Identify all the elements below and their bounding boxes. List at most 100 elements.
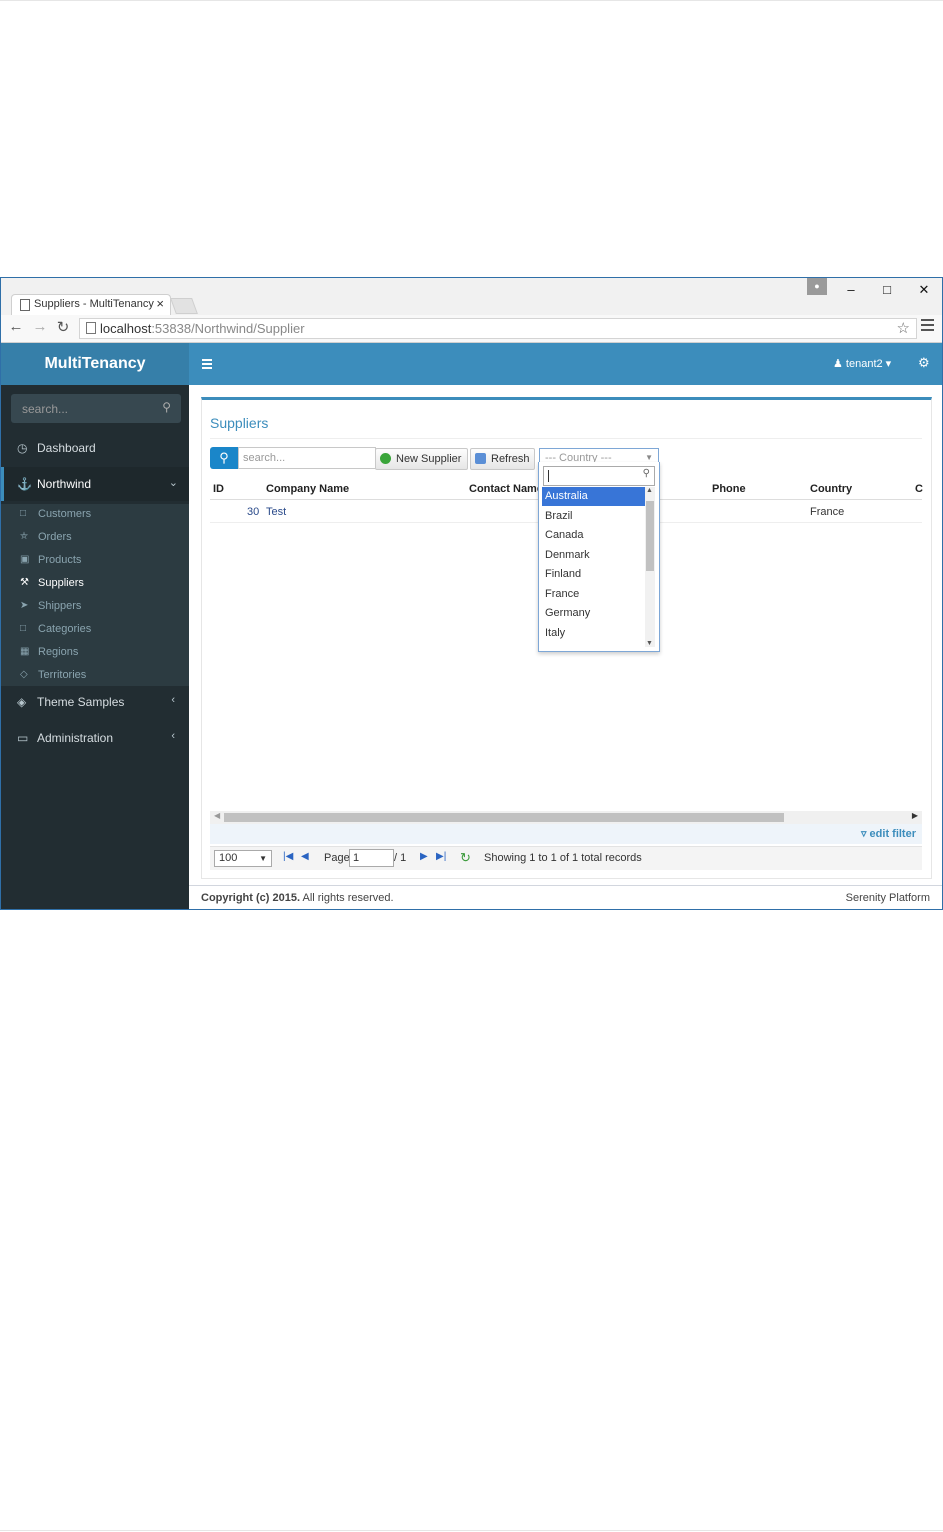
last-page-icon[interactable]: ▶| [436,851,446,862]
dropdown-scroll-thumb[interactable] [646,501,654,571]
column-header-contact[interactable]: Contact Name [469,483,543,495]
cell-country: France [810,506,845,518]
desktop-icon: ▭ [17,731,29,745]
page-size-select[interactable]: 100 ▼ [214,850,272,867]
option-finland[interactable]: Finland [542,565,645,584]
user-menu[interactable]: ♟ tenant2 ▾ [833,357,891,370]
chevron-left-icon: ‹ [171,730,175,742]
profile-icon[interactable]: ● [807,278,827,295]
add-icon [380,453,391,464]
quick-search-input[interactable]: search... [238,447,376,469]
minimize-button[interactable]: – [839,280,863,300]
reload-icon[interactable]: ↻ [54,318,72,336]
sidebar-item-theme-samples[interactable]: ◈ Theme Samples ‹ [1,685,189,719]
column-header-phone[interactable]: Phone [712,483,746,495]
option-denmark[interactable]: Denmark [542,546,645,565]
northwind-submenu: □ Customers ⛤ Orders ▣ Products ⚒ Suppli… [1,504,189,686]
tab-title: Suppliers - MultiTenancy [34,298,154,310]
forward-arrow-icon[interactable]: → [31,318,49,335]
sidebar-search-input[interactable]: search... [22,402,68,416]
wrench-icon: ⚒ [20,577,29,588]
bookmark-star-icon[interactable]: ☆ [897,319,910,337]
page-title: Suppliers [210,415,269,431]
sidebar-item-shippers[interactable]: ➤ Shippers [1,596,189,618]
browser-menu-icon[interactable] [921,319,934,334]
new-tab-button[interactable] [170,298,198,314]
gift-icon: ▣ [20,554,30,565]
sidebar-item-territories[interactable]: ◇ Territories [1,665,189,687]
chevron-down-icon: ⌄ [168,477,178,489]
search-icon[interactable]: ⚲ [162,400,171,414]
horizontal-scrollbar[interactable]: ◀ ▶ [210,811,922,824]
filter-bar: ▿ edit filter [210,824,922,844]
document-icon [20,299,30,311]
column-header-cut[interactable]: C [915,483,923,495]
scroll-thumb[interactable] [224,813,784,822]
dropdown-options: Australia Brazil Canada Denmark Finland … [542,487,645,647]
column-header-company[interactable]: Company Name [266,483,349,495]
copyright: Copyright (c) 2015. All rights reserved. [201,892,394,904]
pager: 100 ▼ |◀ ◀ Page 1 / 1 ▶ ▶| ↻ Showing 1 t… [210,846,922,870]
map-icon: ▦ [20,646,30,657]
url-field[interactable]: localhost:53838/Northwind/Supplier ☆ [79,318,917,339]
sidebar-item-customers[interactable]: □ Customers [1,504,189,526]
refresh-button[interactable]: Refresh [470,448,535,470]
cart-icon: ⛤ [20,531,28,542]
sidebar-item-dashboard[interactable]: ◷ Dashboard [1,431,189,465]
anchor-icon: ⚓ [17,477,32,491]
cell-id: 30 [247,506,260,518]
option-brazil[interactable]: Brazil [542,507,645,526]
app-header: MultiTenancy ♟ tenant2 ▾ ⚙ [1,343,942,385]
quick-search-icon[interactable]: ⚲ [210,447,238,469]
title-bar: Suppliers - MultiTenancy × ● – □ ✕ [1,278,942,316]
scroll-up-icon[interactable]: ▲ [646,487,653,494]
option-canada[interactable]: Canada [542,526,645,545]
browser-tab[interactable]: Suppliers - MultiTenancy × [11,294,171,316]
reload-icon[interactable]: ↻ [460,850,471,866]
sidebar-item-categories[interactable]: □ Categories [1,619,189,641]
back-arrow-icon[interactable]: ← [7,318,25,335]
brand-logo[interactable]: MultiTenancy [1,343,189,385]
sidebar-item-administration[interactable]: ▭ Administration ‹ [1,721,189,755]
column-header-country[interactable]: Country [810,483,852,495]
dropdown-scrollbar[interactable]: ▲ ▼ [645,487,655,647]
dropdown-search-input[interactable]: ⚲ [543,466,655,486]
page-number-input[interactable]: 1 [349,849,394,867]
previous-page-icon[interactable]: ◀ [301,851,309,862]
scroll-right-icon[interactable]: ▶ [912,811,918,820]
option-italy[interactable]: Italy [542,624,645,643]
option-france[interactable]: France [542,585,645,604]
sidebar-toggle-icon[interactable] [202,359,212,371]
option-australia[interactable]: Australia [542,487,645,506]
sidebar-item-suppliers[interactable]: ⚒ Suppliers [1,573,189,595]
title-divider [210,438,922,439]
text-cursor [548,470,549,482]
gears-icon[interactable]: ⚙ [918,355,930,371]
app: MultiTenancy ♟ tenant2 ▾ ⚙ search... ⚲ ◷… [1,343,942,909]
tag-icon: ◇ [20,669,28,680]
page-total: / 1 [394,852,407,864]
close-tab-icon[interactable]: × [156,296,164,311]
close-window-button[interactable]: ✕ [912,280,936,300]
sidebar-item-northwind[interactable]: ⚓ Northwind ⌄ [1,467,192,501]
sidebar-item-regions[interactable]: ▦ Regions [1,642,189,664]
cell-company-link[interactable]: Test [266,506,286,518]
first-page-icon[interactable]: |◀ [283,851,293,862]
sidebar-item-products[interactable]: ▣ Products [1,550,189,572]
new-supplier-button[interactable]: New Supplier [375,448,468,470]
column-header-id[interactable]: ID [213,483,224,495]
chevron-down-icon: ▼ [259,854,267,863]
user-name: tenant2 [845,358,883,370]
next-page-icon[interactable]: ▶ [420,851,428,862]
edit-filter-link[interactable]: ▿ edit filter [861,827,916,840]
sidebar: search... ⚲ ◷ Dashboard ⚓ Northwind ⌄ □ … [1,385,192,909]
url-text: localhost:53838/Northwind/Supplier [100,321,305,336]
maximize-button[interactable]: □ [875,280,899,300]
sidebar-item-orders[interactable]: ⛤ Orders [1,527,189,549]
scroll-left-icon[interactable]: ◀ [214,811,220,820]
sidebar-search[interactable]: search... ⚲ [11,394,181,423]
diamond-icon: ◈ [17,695,27,709]
option-germany[interactable]: Germany [542,604,645,623]
address-bar: ← → ↻ localhost:53838/Northwind/Supplier… [1,315,942,343]
scroll-down-icon[interactable]: ▼ [646,640,653,647]
